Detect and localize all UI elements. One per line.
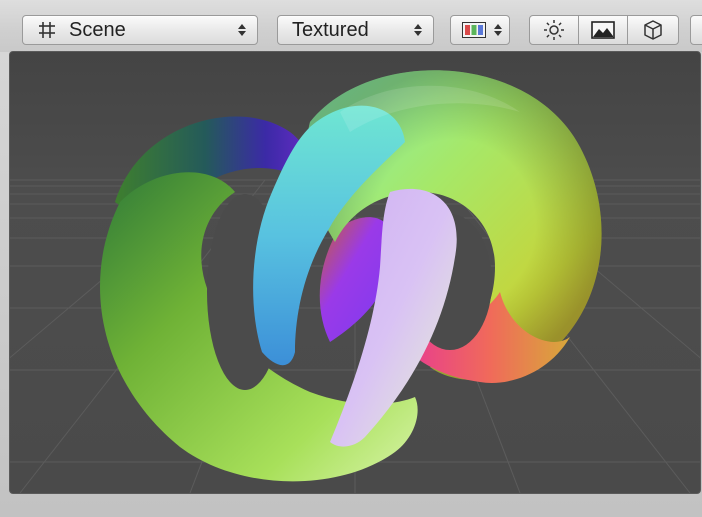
color-mode-dropdown[interactable] bbox=[450, 15, 510, 45]
draw-mode-label: Scene bbox=[69, 18, 126, 41]
gizmos-toggle[interactable] bbox=[627, 15, 679, 45]
toolbar-overflow-button[interactable] bbox=[690, 15, 702, 45]
chevron-up-down-icon bbox=[411, 24, 425, 36]
rgb-swatch-icon bbox=[462, 22, 486, 38]
draw-mode-dropdown[interactable]: Scene bbox=[22, 15, 258, 45]
lighting-toggle[interactable] bbox=[529, 15, 579, 45]
scene-view-window: Scene Textured bbox=[0, 0, 702, 517]
scene-canvas bbox=[10, 52, 700, 493]
render-mode-dropdown[interactable]: Textured bbox=[277, 15, 434, 45]
render-mode-label: Textured bbox=[292, 18, 369, 41]
scene-toolbar: Scene Textured bbox=[0, 0, 702, 52]
grid-icon bbox=[37, 20, 59, 40]
image-effects-toggle[interactable] bbox=[578, 15, 628, 45]
sun-icon bbox=[543, 19, 565, 41]
image-icon bbox=[591, 21, 615, 39]
scene-viewport[interactable] bbox=[10, 52, 700, 493]
chevron-up-down-icon bbox=[235, 24, 249, 36]
chevron-up-down-icon bbox=[492, 24, 503, 36]
cube-icon bbox=[642, 19, 664, 41]
